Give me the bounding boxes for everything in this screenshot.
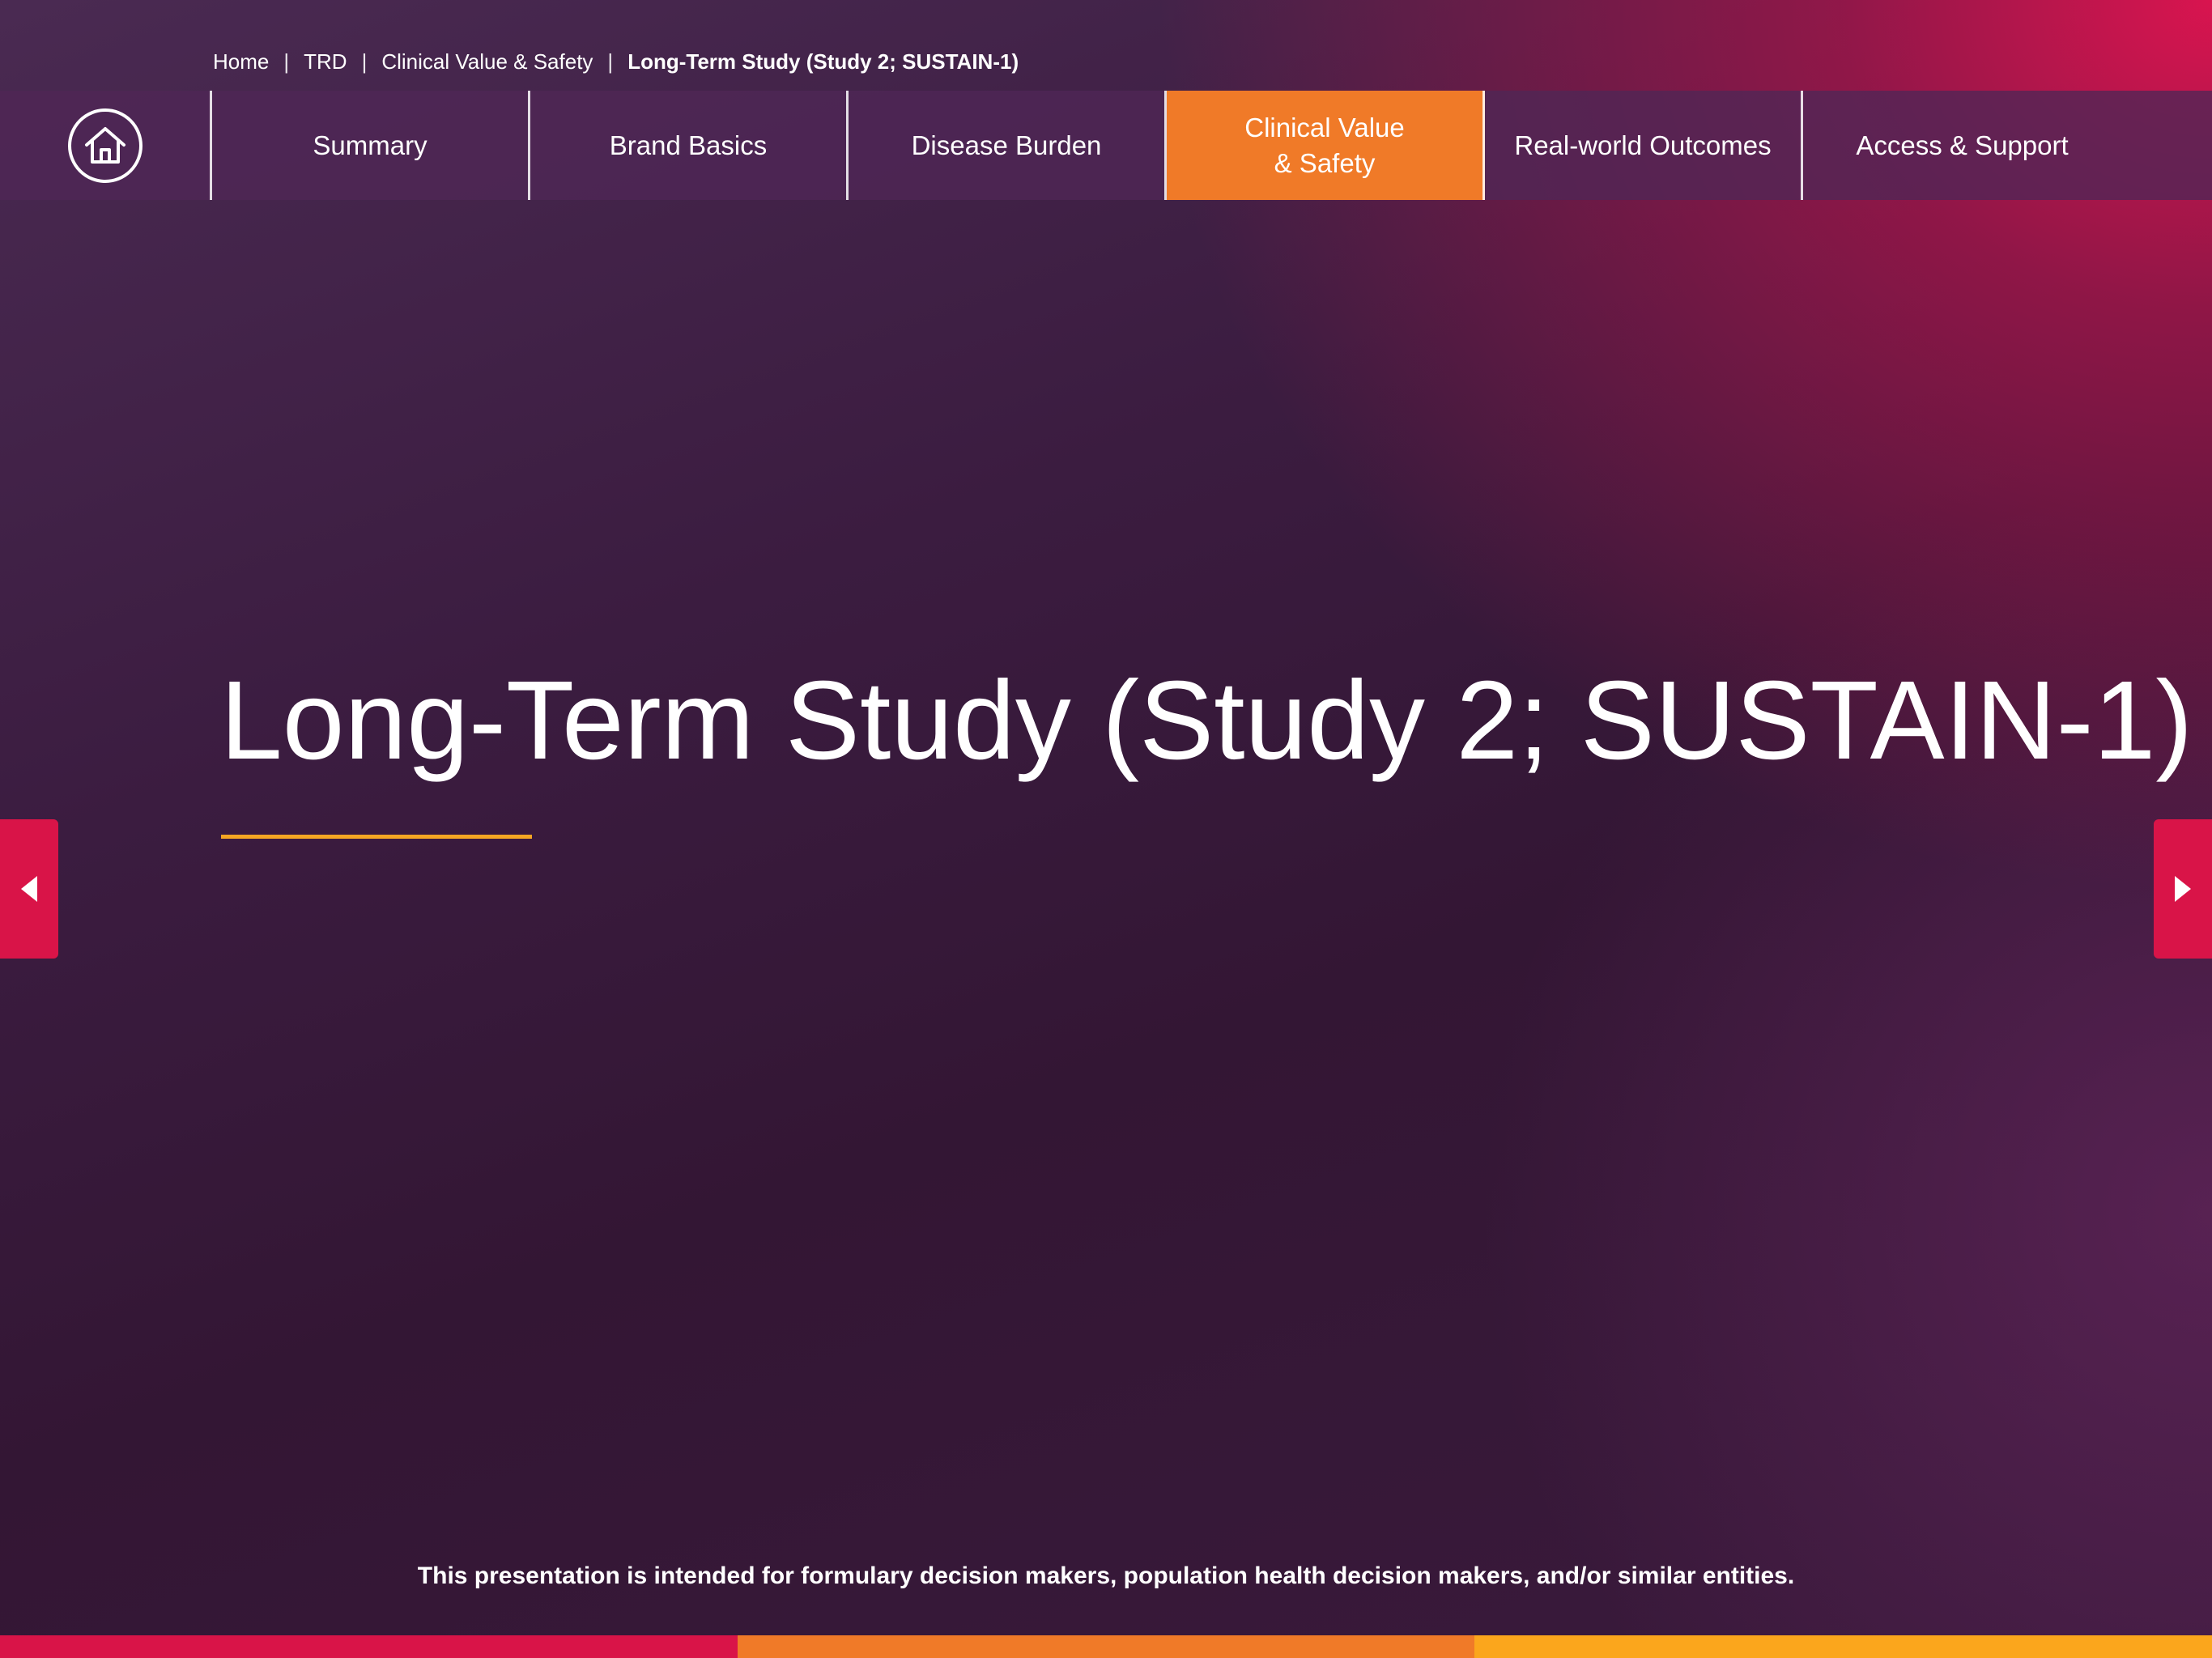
background-gradient	[0, 0, 2212, 1658]
breadcrumb-separator: |	[361, 49, 368, 74]
breadcrumb-current: Long-Term Study (Study 2; SUSTAIN-1)	[627, 49, 1019, 74]
breadcrumb-separator: |	[607, 49, 614, 74]
previous-slide-button[interactable]	[0, 819, 58, 959]
breadcrumb-home[interactable]: Home	[213, 49, 269, 74]
next-slide-button[interactable]	[2154, 819, 2212, 959]
triangle-left-icon	[21, 876, 37, 902]
tab-summary[interactable]: Summary	[212, 91, 530, 200]
home-cell	[0, 91, 212, 200]
home-icon	[84, 126, 125, 164]
tab-access-support[interactable]: Access & Support	[1803, 91, 2121, 200]
footer-segment-red	[0, 1635, 738, 1658]
tab-brand-basics[interactable]: Brand Basics	[530, 91, 849, 200]
disclaimer-text: This presentation is intended for formul…	[417, 1562, 1795, 1589]
triangle-right-icon	[2175, 876, 2191, 902]
tab-disease-burden[interactable]: Disease Burden	[849, 91, 1167, 200]
home-button[interactable]	[67, 108, 143, 183]
footer-segment-yellow	[1474, 1635, 2212, 1658]
breadcrumb-trd[interactable]: TRD	[304, 49, 347, 74]
page-title: Long-Term Study (Study 2; SUSTAIN-1)	[220, 658, 2193, 783]
footer-color-bar	[0, 1635, 2212, 1658]
breadcrumb-separator: |	[283, 49, 290, 74]
tab-clinical-value-safety[interactable]: Clinical Value & Safety	[1167, 91, 1485, 200]
footer-segment-orange	[737, 1635, 1475, 1658]
tab-real-world-outcomes[interactable]: Real-world Outcomes	[1485, 91, 1803, 200]
main-navigation: Summary Brand Basics Disease Burden Clin…	[0, 91, 2212, 200]
title-underline	[221, 835, 532, 839]
breadcrumb-clinical-value[interactable]: Clinical Value & Safety	[381, 49, 593, 74]
breadcrumb: Home | TRD | Clinical Value & Safety | L…	[213, 47, 1019, 76]
